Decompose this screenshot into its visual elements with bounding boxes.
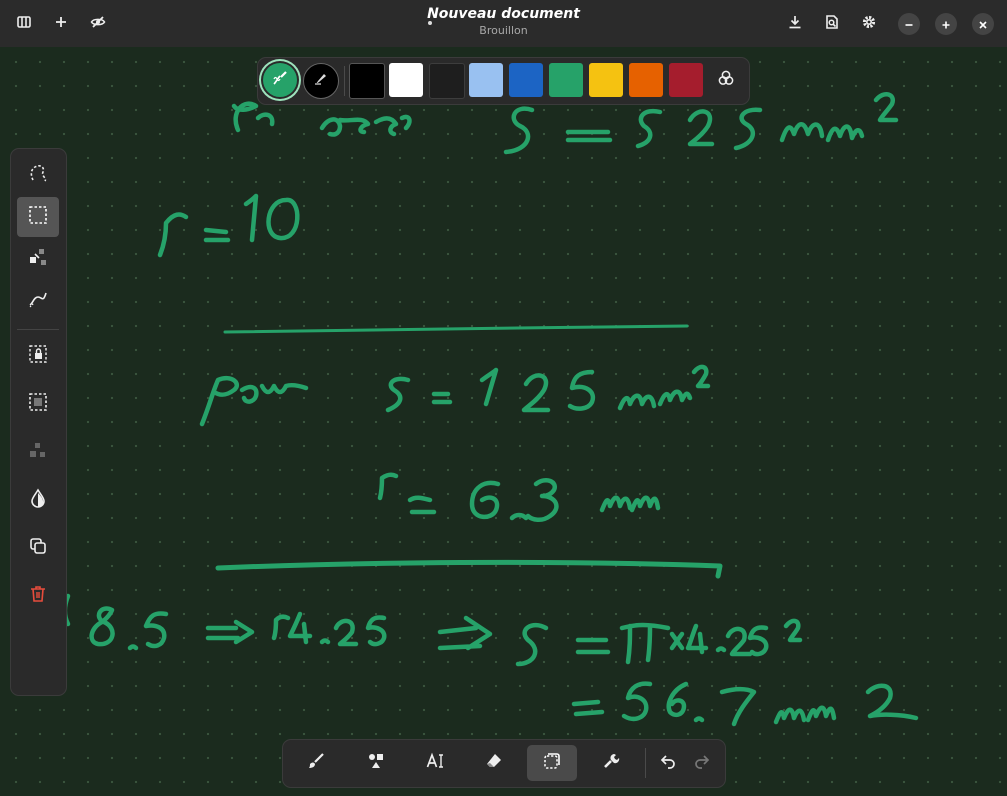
ink-rule-2 — [215, 559, 723, 579]
deselect-icon — [27, 439, 49, 465]
bar-separator — [645, 748, 646, 778]
panel-separator — [17, 329, 59, 330]
intersect-path-select-button[interactable] — [17, 281, 59, 321]
header-bar: Nouveau document Brouillon — [0, 0, 1007, 48]
rectangle-select-button[interactable] — [17, 197, 59, 237]
lock-duplicate-icon — [27, 343, 49, 369]
undo-icon — [659, 752, 677, 774]
select-all-icon — [27, 391, 49, 417]
fill-icon — [27, 487, 49, 513]
lasso-select-icon — [27, 162, 49, 188]
close-button[interactable] — [972, 13, 994, 35]
eraser-icon — [485, 752, 503, 774]
document-view-button[interactable] — [818, 10, 846, 38]
shaper-icon — [367, 752, 385, 774]
ink-line-4 — [377, 472, 661, 522]
settings-button[interactable] — [855, 10, 883, 38]
brush-tool-button[interactable] — [291, 745, 341, 781]
export-button[interactable] — [781, 10, 809, 38]
minimize-icon — [904, 15, 914, 34]
ink-line-6 — [571, 681, 919, 727]
swatch-blue[interactable] — [509, 63, 543, 97]
single-element-select-icon — [27, 246, 49, 272]
marker-pen-icon — [271, 69, 289, 91]
download-icon — [787, 14, 803, 34]
tools-icon — [602, 752, 620, 774]
marker-pen-button[interactable] — [263, 63, 297, 97]
duplicate-button[interactable] — [17, 528, 59, 568]
swatch-white[interactable] — [389, 63, 423, 97]
redo-icon — [693, 752, 711, 774]
rectangle-select-icon — [27, 204, 49, 230]
color-circles-icon — [717, 69, 735, 91]
single-select-button[interactable] — [17, 239, 59, 279]
ink-line-5 — [62, 593, 803, 667]
swatch-light-blue[interactable] — [469, 63, 503, 97]
select-all-button[interactable] — [17, 384, 59, 424]
lock-duplicate-button[interactable] — [17, 336, 59, 376]
delete-button[interactable] — [17, 576, 59, 616]
minimize-button[interactable] — [898, 13, 920, 35]
drawing-canvas[interactable] — [0, 47, 1007, 796]
selector-tool-button[interactable] — [527, 745, 577, 781]
close-icon — [978, 15, 988, 34]
ink-rule-1 — [223, 324, 689, 334]
brush-pen-icon — [312, 70, 330, 92]
document-search-icon — [824, 14, 840, 34]
text-tool-button[interactable] — [410, 745, 460, 781]
trash-icon — [27, 583, 49, 609]
swatch-green[interactable] — [549, 63, 583, 97]
fill-button[interactable] — [17, 480, 59, 520]
maximize-icon — [941, 15, 951, 34]
deselect-button[interactable] — [17, 432, 59, 472]
handwriting-strokes — [62, 91, 919, 727]
more-colors-button[interactable] — [709, 63, 743, 97]
swatch-orange[interactable] — [629, 63, 663, 97]
eraser-tool-button[interactable] — [469, 745, 519, 781]
color-palette — [257, 57, 750, 105]
maximize-button[interactable] — [935, 13, 957, 35]
text-icon — [426, 752, 444, 774]
brush-pen-button[interactable] — [303, 63, 339, 99]
swatch-red[interactable] — [669, 63, 703, 97]
brush-icon — [307, 752, 325, 774]
lasso-select-button[interactable] — [17, 155, 59, 195]
ink-line-3 — [199, 364, 711, 427]
selector-tools-panel — [10, 148, 67, 696]
duplicate-icon — [27, 535, 49, 561]
swatch-yellow[interactable] — [589, 63, 623, 97]
intersect-path-select-icon — [27, 288, 49, 314]
undo-button[interactable] — [651, 745, 685, 781]
swatch-dark-gray[interactable] — [429, 63, 465, 99]
palette-separator — [344, 66, 345, 96]
tools-button[interactable] — [586, 745, 636, 781]
gear-icon — [861, 14, 877, 34]
main-tools-bar — [282, 739, 726, 788]
selector-icon — [543, 752, 561, 774]
shaper-tool-button[interactable] — [351, 745, 401, 781]
redo-button[interactable] — [685, 745, 719, 781]
swatch-black[interactable] — [349, 63, 385, 99]
ink-line-2 — [157, 193, 300, 258]
